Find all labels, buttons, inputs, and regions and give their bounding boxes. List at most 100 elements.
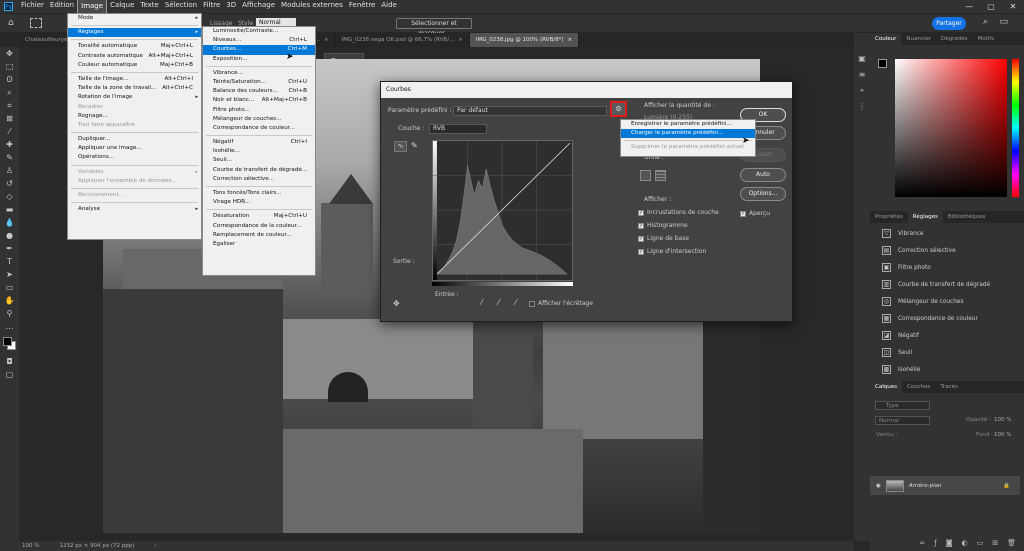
menu-item-taille-de-l-image[interactable]: Taille de l'image... Alt+Ctrl+I xyxy=(68,75,201,84)
white-point-eyedropper-icon[interactable]: ⁄ xyxy=(515,298,516,307)
menu-item-contraste-automatique[interactable]: Contraste automatique Alt+Maj+Ctrl+L xyxy=(68,52,201,61)
grid-detailed-icon[interactable] xyxy=(655,170,666,181)
gray-point-eyedropper-icon[interactable]: ⁄ xyxy=(498,298,499,307)
document-tab[interactable]: IMG_0238 nega OK.psd @ 66,7% (RVB/... × xyxy=(336,33,470,47)
tab-close-icon[interactable]: × xyxy=(324,37,329,43)
menu-item-dupliquer[interactable]: Dupliquer... xyxy=(68,135,201,144)
adjustment-seuil[interactable]: ◫ Seuil xyxy=(870,344,1020,361)
menu-item-courbe-de-transfert-de-degrade[interactable]: Courbe de transfert de dégradé... xyxy=(203,166,315,175)
adjustment-correspondance-de-couleur[interactable]: ▦ Correspondance de couleur xyxy=(870,310,1020,327)
adjustments-panel-icon[interactable]: ≡ xyxy=(854,67,870,83)
menu-item-balance-des-couleurs[interactable]: Balance des couleurs... Ctrl+B xyxy=(203,87,315,96)
workspace-icon[interactable]: ▭ xyxy=(999,17,1008,27)
menu-item-negatif[interactable]: Négatif Ctrl+I xyxy=(203,138,315,147)
minimize-button[interactable]: — xyxy=(958,0,980,13)
menu-item-rotation-de-l-image[interactable]: Rotation de l'image xyxy=(68,93,201,102)
menu-item-correction-selective[interactable]: Correction sélective... xyxy=(203,175,315,184)
options-button[interactable]: Options... xyxy=(740,187,786,201)
brush-panel-icon[interactable]: ⚬ xyxy=(854,83,870,99)
fx-icon[interactable]: ƒ xyxy=(934,539,936,551)
foreground-color-swatch[interactable] xyxy=(3,337,12,346)
marquee-tool-icon[interactable] xyxy=(30,18,42,28)
adjustment-vibrance[interactable]: ▽ Vibrance xyxy=(870,225,1020,242)
menu-item-melangeur-de-couches[interactable]: Mélangeur de couches... xyxy=(203,115,315,124)
close-button[interactable]: ✕ xyxy=(1002,0,1024,13)
more-tools-icon[interactable]: … xyxy=(0,320,19,333)
layer-kind-filter[interactable]: Type xyxy=(875,401,930,410)
crop-tool-icon[interactable]: ⌗ xyxy=(0,99,19,112)
panel-tab-bibliotheques[interactable]: Bibliothèques xyxy=(943,211,990,223)
quick-mask-icon[interactable]: ◘ xyxy=(0,355,19,368)
zoom-level[interactable]: 100 % xyxy=(22,543,39,549)
frame-tool-icon[interactable]: ⊠ xyxy=(0,112,19,125)
checkbox-box[interactable]: ✓ xyxy=(638,248,644,255)
menu-affichage[interactable]: Affichage xyxy=(239,0,278,14)
curve-point-tool-icon[interactable]: ∿ xyxy=(394,141,407,152)
menu-modules-externes[interactable]: Modules externes xyxy=(278,0,346,14)
layer-name[interactable]: Arrière-plan xyxy=(909,483,942,489)
checkbox-box[interactable]: ✓ xyxy=(638,209,644,216)
checkbox-ligne-d-intersection[interactable]: ✓ Ligne d'intersection xyxy=(638,248,719,255)
menu-item-correspondance-de-la-couleur[interactable]: Correspondance de la couleur... xyxy=(203,222,315,231)
menu-item-correspondance-de-couleur[interactable]: Correspondance de couleur... xyxy=(203,124,315,133)
channel-select[interactable]: RVB xyxy=(429,124,487,134)
maximize-button[interactable]: ▢ xyxy=(980,0,1002,13)
layer-row-background[interactable]: ◉ Arrière-plan 🔒 xyxy=(870,476,1020,495)
hand-tool-icon[interactable]: ✋ xyxy=(0,294,19,307)
link-layers-icon[interactable]: ∞ xyxy=(919,539,925,551)
stamp-tool-icon[interactable]: ♙ xyxy=(0,164,19,177)
adjustment-courbe-de-transfert-de-degrade[interactable]: ▥ Courbe de transfert de dégradé xyxy=(870,276,1020,293)
menu-item-courbes[interactable]: Courbes... Ctrl+M xyxy=(203,45,315,55)
panel-tab-couches[interactable]: Couches xyxy=(902,381,935,393)
menu-3d[interactable]: 3D xyxy=(223,0,239,14)
delete-layer-icon[interactable]: 🗑 xyxy=(1007,539,1016,551)
adjustment-isohelie[interactable]: ▩ Isohélie xyxy=(870,361,1020,378)
tab-close-icon[interactable]: × xyxy=(567,37,572,43)
marquee-tool-icon[interactable]: ⬚ xyxy=(0,60,19,73)
tab-close-icon[interactable]: × xyxy=(458,37,463,43)
black-point-eyedropper-icon[interactable]: ⁄ xyxy=(481,298,482,307)
menu-image[interactable]: Image xyxy=(77,0,108,14)
target-adjust-icon[interactable]: ✥ xyxy=(393,299,400,308)
lasso-tool-icon[interactable]: ʘ xyxy=(0,73,19,86)
panel-tab-nuancier[interactable]: Nuancier xyxy=(901,33,936,45)
history-panel-icon[interactable]: ▣ xyxy=(854,51,870,67)
grid-simple-icon[interactable] xyxy=(640,170,651,181)
preset-select[interactable]: Par défaut xyxy=(453,106,607,116)
checkbox-box[interactable]: ✓ xyxy=(638,235,644,242)
menu-item-niveaux[interactable]: Niveaux... Ctrl+L xyxy=(203,36,315,45)
pencil-tool-icon[interactable]: ✎ xyxy=(411,141,422,152)
menu-item-desaturation[interactable]: Désaturation Maj+Ctrl+U xyxy=(203,212,315,221)
eraser-tool-icon[interactable]: ◇ xyxy=(0,190,19,203)
foreground-color-chip[interactable] xyxy=(878,59,887,68)
menu-item-teinte-saturation[interactable]: Teinte/Saturation... Ctrl+U xyxy=(203,78,315,87)
fill-value[interactable]: 100 % xyxy=(988,431,1011,439)
adjustment-melangeur-de-couches[interactable]: ◎ Mélangeur de couches xyxy=(870,293,1020,310)
blend-mode-select[interactable]: Normal xyxy=(875,416,930,425)
menu-fichier[interactable]: Fichier xyxy=(18,0,47,14)
menu-item-rognage[interactable]: Rognage... xyxy=(68,112,201,121)
document-tab[interactable]: IMG_0238.jpg @ 100% (RVB/8*) × xyxy=(469,33,580,47)
panel-tab-degrades[interactable]: Dégradés xyxy=(936,33,972,45)
new-layer-icon[interactable]: ⊞ xyxy=(992,539,998,551)
type-tool-icon[interactable]: T xyxy=(0,255,19,268)
checkbox-box[interactable]: ✓ xyxy=(638,222,644,229)
menu-item-taille-de-la-zone-de-travail[interactable]: Taille de la zone de travail... Alt+Ctrl+… xyxy=(68,84,201,93)
dodge-tool-icon[interactable]: ● xyxy=(0,229,19,242)
menu-item-egaliser[interactable]: Egaliser xyxy=(203,240,315,249)
healing-brush-icon[interactable]: ✚ xyxy=(0,138,19,151)
panel-tab-traces[interactable]: Tracés xyxy=(935,381,962,393)
panel-tab-proprietes[interactable]: Propriétés xyxy=(870,211,908,223)
preview-checkbox[interactable]: ✓ Aperçu xyxy=(740,210,770,217)
add-mask-icon[interactable]: ◙ xyxy=(946,539,953,551)
menu-item-exposition[interactable]: Exposition... xyxy=(203,55,315,64)
properties-panel-icon[interactable]: ⋮ xyxy=(854,99,870,115)
menu-item-remplacement-de-couleur[interactable]: Remplacement de couleur... xyxy=(203,231,315,240)
shape-tool-icon[interactable]: ▭ xyxy=(0,281,19,294)
menu-item-enregistrer-le-parametre-predefini[interactable]: Enregistrer le paramètre prédéfini... xyxy=(621,120,755,129)
pen-tool-icon[interactable]: ✒ xyxy=(0,242,19,255)
menu-filtre[interactable]: Filtre xyxy=(200,0,223,14)
menu-item-appliquer-une-image[interactable]: Appliquer une image... xyxy=(68,144,201,153)
panel-tab-reglages[interactable]: Réglages xyxy=(907,211,943,223)
panel-tab-calques[interactable]: Calques xyxy=(870,381,902,393)
